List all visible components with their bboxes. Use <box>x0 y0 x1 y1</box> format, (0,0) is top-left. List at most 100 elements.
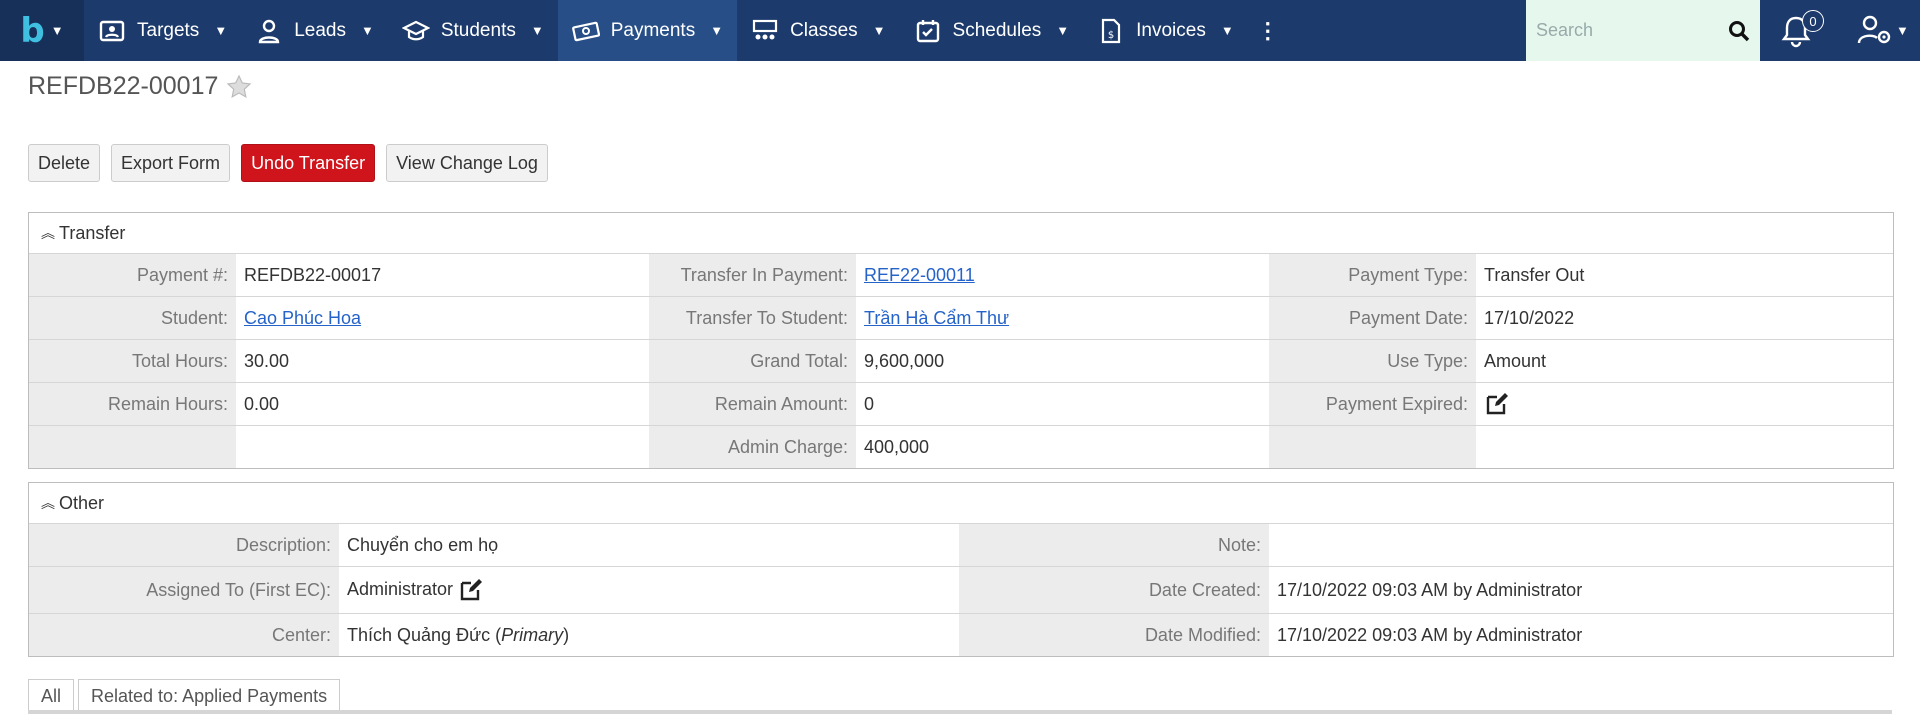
user-badge-icon <box>258 19 280 43</box>
edit-icon[interactable] <box>1484 391 1510 417</box>
graduation-cap-icon <box>401 20 430 40</box>
remain-amount-value: 0 <box>856 382 1269 426</box>
search-icon[interactable] <box>1728 20 1750 42</box>
notifications-button[interactable]: 0 <box>1780 10 1830 50</box>
section-title: Other <box>59 492 105 513</box>
user-settings-menu[interactable]: ▼ <box>1856 12 1916 48</box>
collapse-up-icon: ︽ <box>41 225 55 241</box>
nav-label: Classes <box>790 19 858 41</box>
user-gear-icon <box>1857 15 1891 44</box>
field-label: Description: <box>29 523 339 567</box>
table-row: Payment #: REFDB22-00017 Transfer In Pay… <box>29 253 1893 297</box>
table-row: Center: Thích Quảng Đức (Primary) Date M… <box>29 613 1893 656</box>
contact-card-icon <box>99 20 125 41</box>
undo-transfer-button[interactable]: Undo Transfer <box>241 144 376 182</box>
field-label: Student: <box>29 296 236 340</box>
chevron-down-icon: ▼ <box>872 23 886 38</box>
chevron-down-icon: ▼ <box>214 23 228 38</box>
record-header: REFDB22-00017 <box>28 72 252 101</box>
tab-all[interactable]: All <box>28 679 75 713</box>
field-label: Remain Hours: <box>29 382 236 426</box>
field-label: Assigned To (First EC): <box>29 566 339 614</box>
nav-label: Payments <box>610 19 696 41</box>
center-cell: Thích Quảng Đức (Primary) <box>339 613 959 656</box>
field-label: Payment Date: <box>1269 296 1476 340</box>
payment-type-value: Transfer Out <box>1476 253 1893 297</box>
date-modified-value: 17/10/2022 09:03 AM by Administrator <box>1269 613 1893 656</box>
nav-targets[interactable]: Targets ▼ <box>84 0 241 61</box>
edit-icon[interactable] <box>458 577 484 603</box>
payment-date-value: 17/10/2022 <box>1476 296 1893 340</box>
chevron-down-icon: ▼ <box>710 23 724 38</box>
table-row: Total Hours: 30.00 Grand Total: 9,600,00… <box>29 339 1893 383</box>
field-label: Transfer To Student: <box>649 296 856 340</box>
chevron-down-icon: ▼ <box>1056 23 1070 38</box>
other-panel-header[interactable]: ︽ Other <box>29 483 1893 523</box>
center-value: Thích Quảng Đức ( <box>347 624 502 645</box>
other-panel: ︽ Other Description: Chuyển cho em họ No… <box>28 482 1894 657</box>
nav-schedules[interactable]: Schedules ▼ <box>900 0 1084 61</box>
table-row: Remain Hours: 0.00 Remain Amount: 0 Paym… <box>29 382 1893 426</box>
table-row: Student: Cao Phúc Hoa Transfer To Studen… <box>29 296 1893 340</box>
search-box <box>1526 0 1760 61</box>
field-label: Transfer In Payment: <box>649 253 856 297</box>
table-row: Description: Chuyển cho em họ Note: <box>29 523 1893 567</box>
empty-label <box>29 425 236 468</box>
export-form-button[interactable]: Export Form <box>111 144 231 182</box>
nav-invoices[interactable]: $ Invoices ▼ <box>1083 0 1248 61</box>
transfer-in-payment-link[interactable]: REF22-00011 <box>864 265 975 285</box>
invoice-icon: $ <box>1102 18 1121 43</box>
chevron-down-icon: ▼ <box>530 23 544 38</box>
remain-hours-value: 0.00 <box>236 382 649 426</box>
other-table: Description: Chuyển cho em họ Note: Assi… <box>29 523 1893 656</box>
field-label: Payment #: <box>29 253 236 297</box>
total-hours-value: 30.00 <box>236 339 649 383</box>
empty-value <box>1476 425 1893 468</box>
transfer-panel: ︽ Transfer Payment #: REFDB22-00017 Tran… <box>28 212 1894 469</box>
payment-expired-value <box>1476 382 1893 426</box>
chevron-down-icon: ▼ <box>50 23 64 38</box>
field-label: Note: <box>959 523 1269 567</box>
app-logo[interactable]: b ▼ <box>0 0 84 61</box>
assigned-to-value: Administrator <box>347 578 454 599</box>
admin-charge-value: 400,000 <box>856 425 1269 468</box>
tab-related-applied-payments[interactable]: Related to: Applied Payments <box>78 679 341 713</box>
field-label: Remain Amount: <box>649 382 856 426</box>
nav-classes[interactable]: Classes ▼ <box>737 0 899 61</box>
field-label: Grand Total: <box>649 339 856 383</box>
grand-total-value: 9,600,000 <box>856 339 1269 383</box>
note-value <box>1269 523 1893 567</box>
calendar-check-icon <box>916 19 939 42</box>
section-title: Transfer <box>59 222 126 243</box>
center-close-paren: ) <box>563 624 570 645</box>
delete-button[interactable]: Delete <box>28 144 101 182</box>
transfer-to-student-link[interactable]: Trần Hà Cẩm Thư <box>864 308 1009 328</box>
field-label: Date Created: <box>959 566 1269 614</box>
field-label: Payment Expired: <box>1269 382 1476 426</box>
view-change-log-button[interactable]: View Change Log <box>386 144 548 182</box>
description-value: Chuyển cho em họ <box>339 523 959 567</box>
favorite-star-icon[interactable] <box>226 74 252 100</box>
field-label: Total Hours: <box>29 339 236 383</box>
assigned-to-cell: Administrator <box>339 566 959 614</box>
subpanel-tabs: All Related to: Applied Payments <box>28 679 341 713</box>
table-row: Admin Charge: 400,000 <box>29 425 1893 468</box>
field-label: Date Modified: <box>959 613 1269 656</box>
chevron-down-icon: ▼ <box>1896 22 1909 38</box>
search-input[interactable] <box>1526 19 1728 42</box>
field-label: Admin Charge: <box>649 425 856 468</box>
chevron-down-icon: ▼ <box>1220 23 1234 38</box>
field-label: Center: <box>29 613 339 656</box>
nav-label: Students <box>440 19 516 41</box>
empty-label <box>1269 425 1476 468</box>
center-primary-tag: Primary <box>501 624 564 645</box>
more-menu-icon[interactable]: ⋮ <box>1248 0 1288 61</box>
nav-label: Leads <box>294 19 346 41</box>
svg-text:$: $ <box>1108 30 1114 41</box>
student-link[interactable]: Cao Phúc Hoa <box>244 308 361 328</box>
nav-label: Schedules <box>952 19 1042 41</box>
nav-payments[interactable]: Payments ▼ <box>557 0 738 61</box>
transfer-panel-header[interactable]: ︽ Transfer <box>29 213 1893 253</box>
nav-leads[interactable]: Leads ▼ <box>241 0 388 61</box>
nav-students[interactable]: Students ▼ <box>388 0 558 61</box>
